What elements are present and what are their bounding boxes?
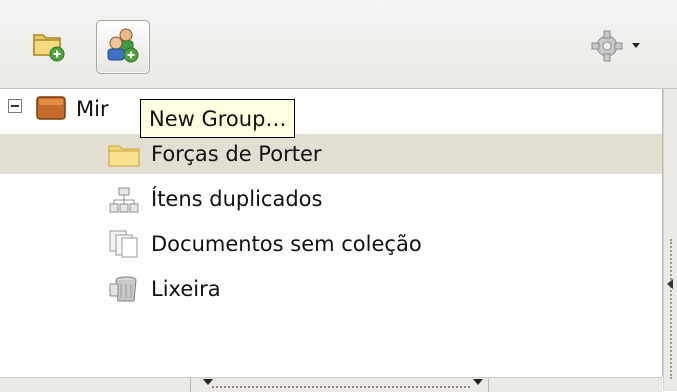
library-label: Mir	[76, 97, 109, 121]
tree-row-forcas-de-porter[interactable]: Forças de Porter	[0, 134, 662, 174]
tree-row-itens-duplicados[interactable]: Ítens duplicados	[0, 179, 662, 219]
splitter-divider	[190, 378, 191, 392]
splitter-divider	[488, 378, 489, 392]
new-collection-icon	[33, 34, 65, 62]
collapse-left-arrow-icon[interactable]	[667, 279, 673, 289]
new-collection-button[interactable]	[22, 20, 74, 72]
pane-splitter-vertical[interactable]	[663, 89, 677, 391]
actions-menu-button[interactable]	[582, 22, 662, 70]
splitter-grip[interactable]	[212, 386, 470, 388]
pane-splitter-horizontal[interactable]	[0, 377, 662, 392]
toolbar	[0, 0, 677, 89]
tree-row-lixeira[interactable]: Lixeira	[0, 269, 662, 309]
collapse-down-arrow-icon[interactable]	[203, 379, 213, 385]
actions-gear-icon	[591, 30, 640, 62]
collapse-down-arrow-icon[interactable]	[473, 379, 483, 385]
unfiled-items-icon	[109, 230, 138, 258]
tree-row-documentos-sem-colecao[interactable]: Documentos sem coleção	[0, 224, 662, 264]
collections-tree: Mir Forças de Porter Ítens duplicados Do…	[0, 89, 663, 377]
new-group-button[interactable]	[96, 20, 150, 74]
trash-label: Lixeira	[151, 277, 221, 301]
duplicate-items-label: Ítens duplicados	[151, 187, 323, 211]
splitter-grip[interactable]	[670, 239, 674, 379]
folder-icon	[108, 145, 140, 167]
library-icon	[36, 96, 66, 120]
tree-row-library[interactable]: Mir	[0, 89, 662, 129]
collection-label: Forças de Porter	[151, 142, 322, 166]
new-group-tooltip: New Group…	[140, 99, 296, 138]
chevron-down-icon	[632, 43, 640, 48]
trash-icon	[109, 276, 137, 302]
collapse-toggle-icon[interactable]	[8, 99, 22, 113]
unfiled-items-label: Documentos sem coleção	[151, 232, 422, 256]
duplicate-items-icon	[109, 187, 139, 213]
new-group-icon	[107, 28, 139, 63]
